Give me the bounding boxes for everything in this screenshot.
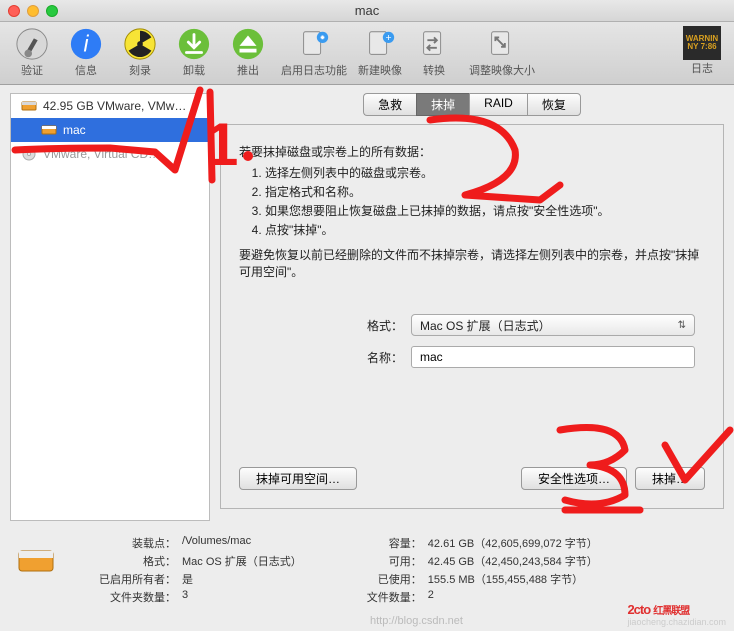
resize-image-icon [484,26,520,62]
toolbar-label: 信息 [75,62,97,78]
kv-val: 2 [428,589,434,605]
kv-key: 已启用所有者： [86,571,182,587]
toolbar-label: 验证 [21,62,43,78]
watermark-brand-cn: 红黑联盟 [653,606,689,617]
kv-key: 已使用： [332,571,428,587]
watermark-brand: 2cto [627,602,650,617]
warning-icon: WARNINNY 7:86 [683,26,721,60]
erase-form: 格式： Mac OS 扩展（日志式） ⇅ 名称： [349,314,695,368]
kv-key: 文件数量： [332,589,428,605]
toolbar-label: 推出 [237,62,259,78]
info-icon: i [68,26,104,62]
erase-panel: 若要抹掉磁盘或宗卷上的所有数据： 选择左侧列表中的磁盘或宗卷。 指定格式和名称。… [220,124,724,509]
chevron-updown-icon: ⇅ [678,320,686,331]
footer-right-col: 容量：42.61 GB（42,605,699,072 字节） 可用：42.45 … [332,535,598,605]
toolbar-eject[interactable]: 推出 [224,26,272,78]
radiation-icon [122,26,158,62]
toolbar-label: 调整映像大小 [469,62,535,78]
toolbar-label: 刻录 [129,62,151,78]
format-value: Mac OS 扩展（日志式） [420,317,551,334]
info-footer: 装载点：/Volumes/mac 格式：Mac OS 扩展（日志式） 已启用所有… [0,529,734,615]
step-1: 选择左侧列表中的磁盘或宗卷。 [265,164,705,181]
log-start-icon [296,26,332,62]
toolbar-label: 卸载 [183,62,205,78]
security-options-button[interactable]: 安全性选项… [521,467,627,490]
toolbar: 验证 i 信息 刻录 卸载 推出 启用日志功能 + 新建映像 转换 调整映像大小… [0,22,734,85]
volume-large-icon [16,541,56,581]
unmount-icon [176,26,212,62]
step-4: 点按"抹掉"。 [265,221,705,238]
name-label: 名称： [349,349,403,366]
tab-raid[interactable]: RAID [469,93,527,116]
kv-key: 容量： [332,535,428,551]
erase-free-space-button[interactable]: 抹掉可用空间… [239,467,357,490]
toolbar-label: 启用日志功能 [281,62,347,78]
step-2: 指定格式和名称。 [265,183,705,200]
kv-val: 155.5 MB（155,455,488 字节） [428,571,583,587]
toolbar-convert[interactable]: 转换 [410,26,458,78]
toolbar-unmount[interactable]: 卸载 [170,26,218,78]
kv-val: 3 [182,589,188,605]
toolbar-new-image[interactable]: + 新建映像 [356,26,404,78]
footer-left-col: 装载点：/Volumes/mac 格式：Mac OS 扩展（日志式） 已启用所有… [86,535,302,605]
toolbar-burn[interactable]: 刻录 [116,26,164,78]
optical-disk-icon [21,146,37,162]
intro-footer: 要避免恢复以前已经删除的文件而不抹掉宗卷，请选择左侧列表中的宗卷，并点按"抹掉可… [239,246,705,280]
format-label: 格式： [349,317,403,334]
erase-actions: 抹掉可用空间… 安全性选项… 抹掉… [239,467,705,490]
kv-val: 是 [182,571,193,587]
kv-key: 装载点： [86,535,182,551]
hard-disk-icon [21,98,37,114]
kv-val: /Volumes/mac [182,535,251,551]
toolbar-label: 转换 [423,62,445,78]
disk-sidebar[interactable]: 42.95 GB VMware, VMw… mac VMware, Virtua… [10,93,210,521]
toolbar-verify[interactable]: 验证 [8,26,56,78]
sidebar-item-label: 42.95 GB VMware, VMw… [43,99,186,113]
watermark-domain: jiaocheng.chazidian.com [627,617,726,627]
content-area: 急救 抹掉 RAID 恢复 若要抹掉磁盘或宗卷上的所有数据： 选择左侧列表中的磁… [220,93,724,521]
step-3: 如果您想要阻止恢复磁盘上已抹掉的数据，请点按"安全性选项"。 [265,202,705,219]
kv-val: 42.45 GB（42,450,243,584 字节） [428,553,598,569]
microscope-icon [14,26,50,62]
volume-icon [41,122,57,138]
titlebar: mac [0,0,734,22]
format-select[interactable]: Mac OS 扩展（日志式） ⇅ [411,314,695,336]
convert-icon [416,26,452,62]
kv-key: 可用： [332,553,428,569]
toolbar-resize-image[interactable]: 调整映像大小 [464,26,540,78]
intro-heading: 若要抹掉磁盘或宗卷上的所有数据： [239,143,705,160]
main-area: 42.95 GB VMware, VMw… mac VMware, Virtua… [0,85,734,529]
window-title: mac [8,3,726,18]
sidebar-item-disk-dim[interactable]: VMware, Virtual CD… [11,142,209,166]
toolbar-log[interactable]: WARNINNY 7:86 日志 [678,26,726,78]
kv-key: 格式： [86,553,182,569]
toolbar-label: 日志 [691,60,713,76]
csdn-watermark: http://blog.csdn.net [370,615,463,627]
erase-button[interactable]: 抹掉… [635,467,705,490]
kv-val: Mac OS 扩展（日志式） [182,553,302,569]
tab-restore[interactable]: 恢复 [527,93,581,116]
name-input[interactable] [411,346,695,368]
toolbar-label: 新建映像 [358,62,402,78]
sidebar-item-volume-selected[interactable]: mac [11,118,209,142]
kv-key: 文件夹数量： [86,589,182,605]
sidebar-item-label: VMware, Virtual CD… [43,147,160,161]
erase-instructions: 若要抹掉磁盘或宗卷上的所有数据： 选择左侧列表中的磁盘或宗卷。 指定格式和名称。… [239,143,705,280]
svg-text:+: + [385,33,391,44]
toolbar-enable-log[interactable]: 启用日志功能 [278,26,350,78]
kv-val: 42.61 GB（42,605,699,072 字节） [428,535,598,551]
watermark: 2cto 红黑联盟 jiaocheng.chazidian.com [627,602,726,627]
toolbar-info[interactable]: i 信息 [62,26,110,78]
tab-bar: 急救 抹掉 RAID 恢复 [220,93,724,116]
sidebar-item-label: mac [63,123,86,137]
tab-first-aid[interactable]: 急救 [363,93,416,116]
sidebar-item-disk[interactable]: 42.95 GB VMware, VMw… [11,94,209,118]
tab-erase[interactable]: 抹掉 [416,93,469,116]
eject-icon [230,26,266,62]
new-image-icon: + [362,26,398,62]
